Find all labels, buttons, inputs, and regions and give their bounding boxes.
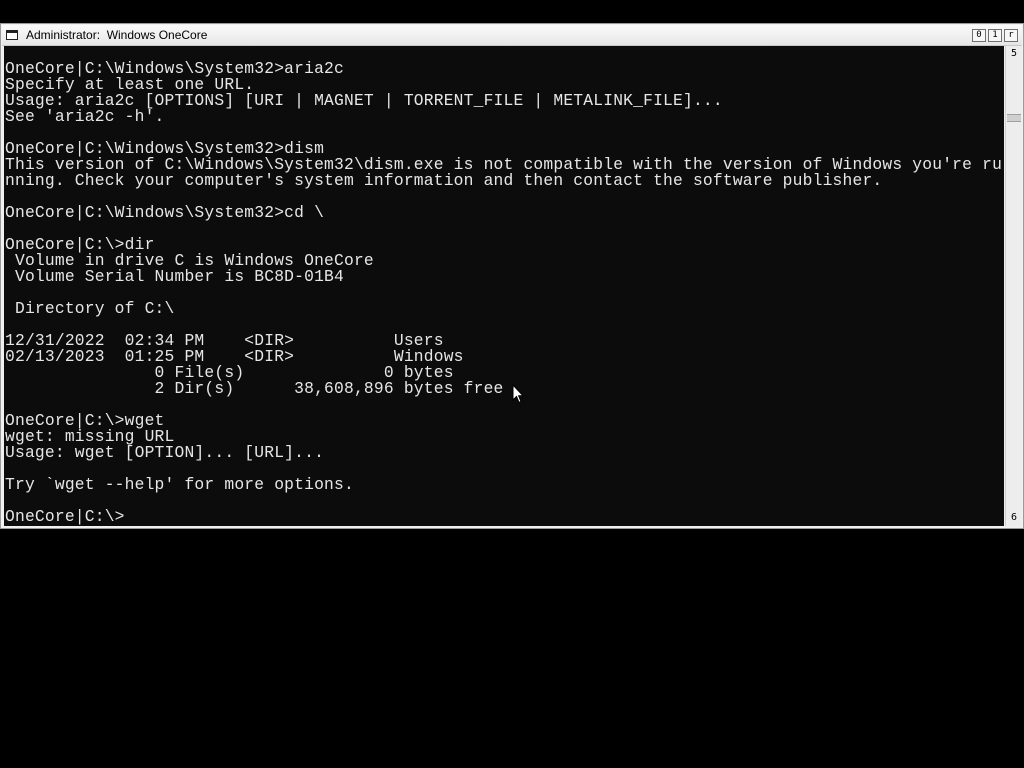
console-text: OneCore|C:\Windows\System32>aria2c Specif… [5, 60, 1002, 526]
close-button[interactable]: r [1004, 29, 1018, 42]
console-line: 2 Dir(s) 38,608,896 bytes free [5, 379, 504, 398]
console-line: See 'aria2c -h'. [5, 107, 165, 126]
console-line: Usage: wget [OPTION]... [URL]... [5, 443, 325, 462]
console-line: OneCore|C:\> [5, 507, 125, 526]
window-controls: 0 1 r [972, 29, 1018, 42]
console-app-icon[interactable] [6, 30, 18, 40]
console-line: Try `wget --help' for more options. [5, 475, 354, 494]
vertical-scrollbar[interactable]: 5 6 [1005, 46, 1022, 526]
minimize-button[interactable]: 0 [972, 29, 986, 42]
scroll-up-button[interactable]: 5 [1006, 46, 1022, 62]
console-line: Volume Serial Number is BC8D-01B4 [5, 267, 344, 286]
scroll-down-button[interactable]: 6 [1006, 510, 1022, 526]
console-output-area[interactable]: OneCore|C:\Windows\System32>aria2c Specif… [4, 46, 1004, 526]
console-window: Administrator: Windows OneCore 0 1 r One… [0, 23, 1024, 529]
title-bar[interactable]: Administrator: Windows OneCore 0 1 r [2, 25, 1022, 46]
console-line: Directory of C:\ [5, 299, 175, 318]
mouse-pointer-icon [512, 384, 524, 404]
maximize-button[interactable]: 1 [988, 29, 1002, 42]
console-line: OneCore|C:\Windows\System32>cd \ [5, 203, 325, 222]
window-title: Administrator: Windows OneCore [26, 28, 208, 42]
scroll-thumb[interactable] [1007, 114, 1021, 122]
console-line: nning. Check your computer's system info… [5, 171, 883, 190]
